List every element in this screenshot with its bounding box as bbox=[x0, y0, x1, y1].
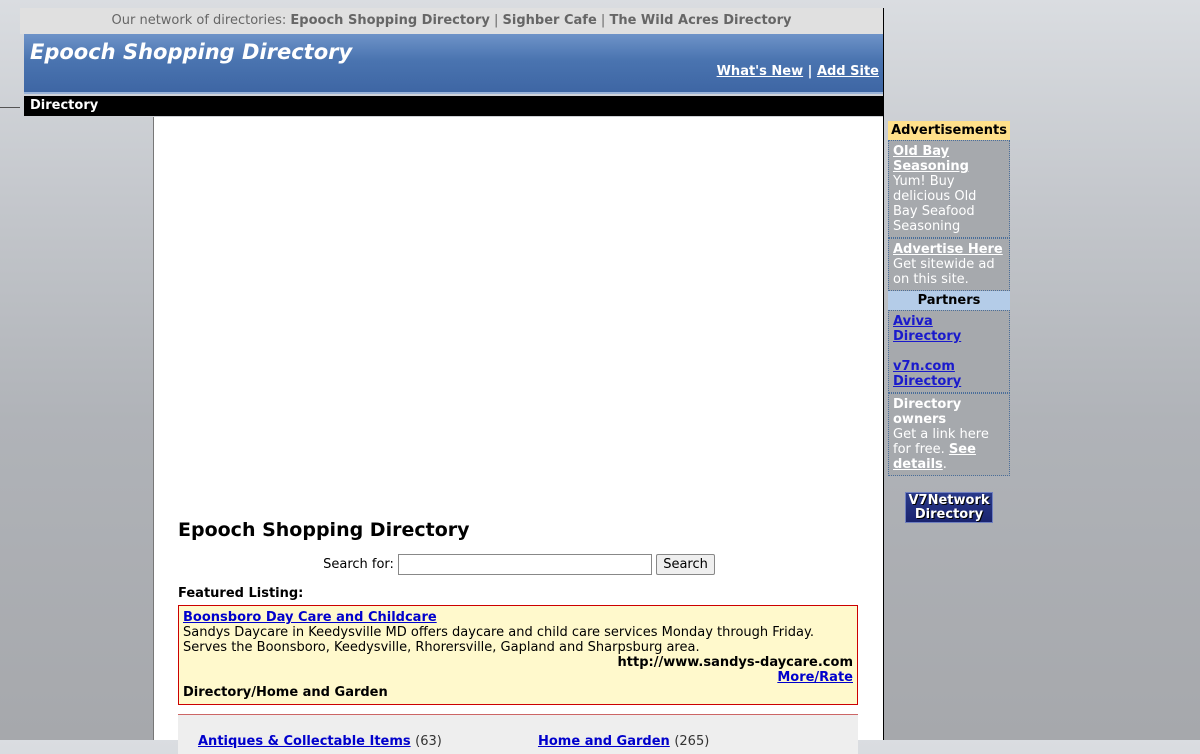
partners-box: Aviva Directory v7n.com Directory bbox=[888, 310, 1010, 393]
search-button[interactable]: Search bbox=[656, 554, 715, 575]
featured-url: http://www.sandys-daycare.com bbox=[617, 655, 853, 670]
main-content: Epooch Shopping Directory Search for: Se… bbox=[153, 117, 884, 754]
search-form: Search for: Search bbox=[154, 554, 884, 575]
header-links: What's New | Add Site bbox=[717, 64, 879, 79]
search-label: Search for: bbox=[323, 557, 394, 572]
category-count: (265) bbox=[674, 734, 710, 749]
nav-directory-label: Directory bbox=[30, 98, 99, 113]
featured-category: Directory/Home and Garden bbox=[183, 685, 388, 700]
partners-header: Partners bbox=[888, 291, 1010, 310]
nav-divider bbox=[0, 107, 20, 108]
network-link-epooch[interactable]: Epooch Shopping Directory bbox=[290, 13, 489, 28]
sidebar: Advertisements Old Bay Seasoning Yum! Bu… bbox=[888, 121, 1010, 523]
badge-line-1: V7Network bbox=[908, 493, 990, 508]
owners-title: Directory owners bbox=[893, 397, 962, 427]
whats-new-link[interactable]: What's New bbox=[717, 64, 804, 79]
network-link-sighber-cafe[interactable]: Sighber Cafe bbox=[503, 13, 597, 28]
ad-box-advertise: Advertise Here Get sitewide ad on this s… bbox=[888, 238, 1010, 291]
partner-link-aviva[interactable]: Aviva Directory bbox=[893, 314, 961, 344]
more-rate-link[interactable]: More/Rate bbox=[777, 670, 853, 685]
network-label: Our network of directories: bbox=[111, 13, 287, 28]
badge-line-2: Directory bbox=[914, 507, 984, 522]
header-separator: | bbox=[807, 64, 813, 79]
featured-title-link[interactable]: Boonsboro Day Care and Childcare bbox=[183, 610, 437, 625]
nav-bar: Directory bbox=[24, 96, 883, 116]
network-link-wild-acres[interactable]: The Wild Acres Directory bbox=[609, 13, 791, 28]
site-header: Epooch Shopping Directory What's New | A… bbox=[24, 34, 883, 94]
add-site-link[interactable]: Add Site bbox=[817, 64, 879, 79]
owners-box: Directory owners Get a link here for fre… bbox=[888, 393, 1010, 476]
category-link-antiques[interactable]: Antiques & Collectable Items bbox=[198, 734, 411, 749]
network-bar: Our network of directories: Epooch Shopp… bbox=[20, 8, 883, 34]
category-list: Antiques & Collectable Items (63) Home a… bbox=[178, 714, 858, 754]
ad-link-advertise-here[interactable]: Advertise Here bbox=[893, 242, 1003, 257]
category-count: (63) bbox=[415, 734, 442, 749]
featured-label: Featured Listing: bbox=[178, 586, 304, 601]
featured-listing: Boonsboro Day Care and Childcare Sandys … bbox=[178, 605, 858, 705]
advertisements-header: Advertisements bbox=[888, 121, 1010, 140]
ad-text: Get sitewide ad on this site. bbox=[893, 257, 995, 287]
category-item: Home and Garden (265) bbox=[538, 734, 709, 749]
partner-link-v7n[interactable]: v7n.com Directory bbox=[893, 359, 961, 389]
ad-link-old-bay[interactable]: Old Bay Seasoning bbox=[893, 144, 969, 174]
featured-description: Sandys Daycare in Keedysville MD offers … bbox=[183, 625, 814, 655]
category-item: Antiques & Collectable Items (63) bbox=[198, 734, 442, 749]
ad-box-old-bay: Old Bay Seasoning Yum! Buy delicious Old… bbox=[888, 140, 1010, 238]
v7network-badge[interactable]: V7Network Directory bbox=[905, 492, 993, 523]
network-separator: | bbox=[600, 13, 606, 28]
category-link-home-garden[interactable]: Home and Garden bbox=[538, 734, 670, 749]
page-title: Epooch Shopping Directory bbox=[178, 519, 470, 541]
search-input[interactable] bbox=[398, 554, 653, 575]
network-separator: | bbox=[494, 13, 499, 28]
ad-text: Yum! Buy delicious Old Bay Seafood Seaso… bbox=[893, 174, 977, 234]
ad-space bbox=[154, 117, 884, 512]
site-title: Epooch Shopping Directory bbox=[30, 40, 353, 64]
owners-suffix: . bbox=[942, 457, 947, 472]
